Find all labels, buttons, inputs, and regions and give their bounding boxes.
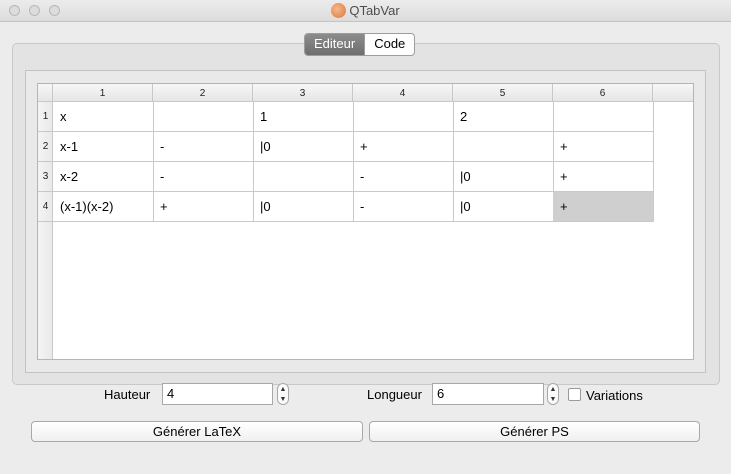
table-cell[interactable]: - xyxy=(353,192,454,222)
table-cell[interactable]: 2 xyxy=(453,102,554,132)
row-header-4[interactable]: 4 xyxy=(38,192,53,222)
tab-code[interactable]: Code xyxy=(364,34,414,55)
column-header-4[interactable]: 4 xyxy=(353,84,453,102)
row-header-3[interactable]: 3 xyxy=(38,162,53,192)
longueur-input[interactable]: 6 xyxy=(432,383,544,405)
table-cell[interactable] xyxy=(353,102,454,132)
column-header-5[interactable]: 5 xyxy=(453,84,553,102)
tab-bar: Editeur Code xyxy=(304,33,416,56)
table-cell[interactable]: 1 xyxy=(253,102,354,132)
hauteur-stepper[interactable]: ▲ ▼ xyxy=(277,383,289,405)
table-cell[interactable]: - xyxy=(153,162,254,192)
table-cell[interactable] xyxy=(253,162,354,192)
row-header-1[interactable]: 1 xyxy=(38,102,53,132)
longueur-label: Longueur xyxy=(367,387,422,402)
tab-editeur[interactable]: Editeur xyxy=(305,34,365,55)
hauteur-label: Hauteur xyxy=(104,387,151,402)
table-cell[interactable]: + xyxy=(353,132,454,162)
table-cell[interactable] xyxy=(153,102,254,132)
column-header-3[interactable]: 3 xyxy=(253,84,353,102)
stepper-down-icon[interactable]: ▼ xyxy=(548,395,558,404)
generate-latex-button[interactable]: Générer LaTeX xyxy=(31,421,363,442)
row-header-2[interactable]: 2 xyxy=(38,132,53,162)
row-header: 1 2 3 4 xyxy=(38,102,53,359)
window-title-text: QTabVar xyxy=(349,3,400,18)
column-header: 1 2 3 4 5 6 xyxy=(53,84,693,102)
hauteur-input[interactable]: 4 xyxy=(162,383,273,405)
table-cell[interactable]: |0 xyxy=(453,162,554,192)
app-window: QTabVar Editeur Code 1 2 3 4 5 6 1 2 3 4… xyxy=(0,0,731,474)
app-icon xyxy=(331,3,347,18)
variations-checkbox[interactable] xyxy=(568,388,581,401)
column-header-1[interactable]: 1 xyxy=(53,84,153,102)
table-cell[interactable]: |0 xyxy=(253,132,354,162)
table-cell[interactable]: + xyxy=(553,162,654,192)
variation-table[interactable]: 1 2 3 4 5 6 1 2 3 4 x 1 2 x-1 - |0 + + x… xyxy=(37,83,694,360)
generate-ps-button[interactable]: Générer PS xyxy=(369,421,700,442)
table-cell[interactable]: - xyxy=(353,162,454,192)
table-cell[interactable]: x-1 xyxy=(53,132,154,162)
table-cell[interactable]: + xyxy=(153,192,254,222)
table-cell[interactable]: |0 xyxy=(253,192,354,222)
column-header-6[interactable]: 6 xyxy=(553,84,653,102)
column-header-2[interactable]: 2 xyxy=(153,84,253,102)
stepper-up-icon[interactable]: ▲ xyxy=(548,385,558,394)
table-cell[interactable] xyxy=(553,102,654,132)
stepper-up-icon[interactable]: ▲ xyxy=(278,385,288,394)
table-cell[interactable]: - xyxy=(153,132,254,162)
longueur-stepper[interactable]: ▲ ▼ xyxy=(547,383,559,405)
table-cell-selected[interactable]: + xyxy=(553,192,654,222)
window-title: QTabVar xyxy=(0,3,731,18)
stepper-down-icon[interactable]: ▼ xyxy=(278,395,288,404)
table-cell[interactable]: x xyxy=(53,102,154,132)
table-cell[interactable] xyxy=(453,132,554,162)
variations-label: Variations xyxy=(586,388,643,403)
table-cell[interactable]: x-2 xyxy=(53,162,154,192)
table-corner[interactable] xyxy=(38,84,53,102)
table-cell[interactable]: + xyxy=(553,132,654,162)
table-cell[interactable]: (x-1)(x-2) xyxy=(53,192,154,222)
table-cell[interactable]: |0 xyxy=(453,192,554,222)
title-bar: QTabVar xyxy=(0,0,731,22)
